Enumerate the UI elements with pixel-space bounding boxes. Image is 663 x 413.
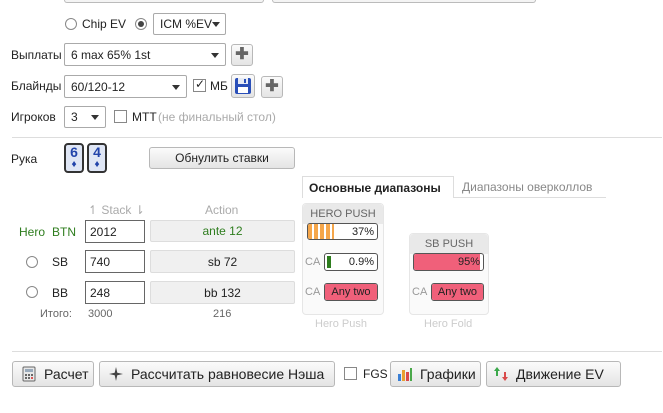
hero-push-pct: 37% <box>351 225 374 238</box>
bar-chart-icon <box>398 368 412 381</box>
bb-stack-input[interactable]: 248 <box>85 281 145 304</box>
hero-push-bb-ca-label: CA <box>305 286 321 298</box>
players-label: Игроков <box>11 110 56 124</box>
hero-stack-input[interactable]: 2012 <box>85 220 145 243</box>
mtt-checkbox[interactable] <box>114 110 127 123</box>
sb-push-ca-label: CA <box>412 286 428 298</box>
hole-card-1[interactable]: 6 ♦ <box>64 143 84 173</box>
icm-select-value: ICM %EV <box>160 17 213 31</box>
sb-push-panel: SB PUSH <box>409 233 489 315</box>
mb-checkbox[interactable] <box>193 77 206 92</box>
bb-action: bb 132 <box>150 281 295 304</box>
save-blinds-button[interactable] <box>231 74 255 98</box>
payouts-select[interactable]: 6 max 65% 1st <box>64 43 226 66</box>
hand-label: Рука <box>11 152 38 166</box>
total-stack: 3000 <box>88 308 113 320</box>
chip-ev-label: Chip EV <box>82 17 127 31</box>
sb-push-range-bar[interactable]: 95% <box>413 253 484 271</box>
sb-push-footer: Hero Fold <box>424 318 473 330</box>
sb-push-bb-call-bar[interactable]: Any two <box>431 283 484 301</box>
sb-call-pct: 0.9% <box>348 256 374 268</box>
tab-overcall-ranges[interactable]: Диапазоны оверколлов <box>454 176 606 198</box>
sparkle-icon <box>109 367 123 381</box>
add-blinds-button[interactable]: ✚ <box>261 76 283 98</box>
ev-movement-label: Движение EV <box>516 366 604 382</box>
floppy-disk-icon <box>235 78 251 94</box>
sb-push-bb-call-pct: Any two <box>437 286 478 298</box>
sb-position: SB <box>52 255 69 269</box>
mb-label: МБ <box>210 79 228 93</box>
tab-main-label: Основные диапазоны <box>309 181 441 195</box>
up-down-arrows-icon <box>494 367 508 381</box>
sb-radio[interactable] <box>26 256 38 268</box>
players-select[interactable]: 3 <box>64 106 106 128</box>
bb-call-pct: Any two <box>331 286 371 298</box>
hole-card-2[interactable]: 4 ♦ <box>87 143 107 173</box>
calculate-label: Расчет <box>44 366 89 382</box>
bb-position: BB <box>52 286 69 300</box>
arrow-icon: ⇂ <box>134 203 145 217</box>
fgs-checkbox[interactable] <box>344 367 357 380</box>
hero-push-title: HERO PUSH <box>303 204 383 224</box>
charts-label: Графики <box>420 366 476 382</box>
bb-call-range-bar[interactable]: Any two <box>324 283 378 301</box>
sb-push-pct: 95% <box>457 256 480 268</box>
ev-movement-button[interactable]: Движение EV <box>486 361 621 387</box>
sb-stack-input[interactable]: 740 <box>85 250 145 273</box>
sb-call-fill <box>327 256 331 268</box>
card-rank: 6 <box>70 144 78 160</box>
chip-ev-radio[interactable] <box>65 18 77 30</box>
divider <box>12 351 662 352</box>
icm-select[interactable]: ICM %EV <box>153 13 226 35</box>
arrow-icon: ↿ <box>88 203 99 217</box>
total-label: Итого: <box>40 308 72 320</box>
plus-icon: ✚ <box>235 46 249 63</box>
payouts-label: Выплаты <box>11 48 62 62</box>
tab-overcall-label: Диапазоны оверколлов <box>462 180 593 194</box>
chevron-down-icon <box>211 52 219 58</box>
nash-equilibrium-label: Рассчитать равновесие Нэша <box>131 366 325 382</box>
hero-push-footer: Hero Push <box>315 318 367 330</box>
sb-push-title: SB PUSH <box>410 234 488 254</box>
calculate-button[interactable]: Расчет <box>12 361 94 387</box>
tab-main-ranges[interactable]: Основные диапазоны <box>302 176 454 198</box>
total-action: 216 <box>213 308 232 320</box>
mtt-note: (не финальный стол) <box>158 110 276 124</box>
calculator-icon <box>22 366 36 382</box>
charts-button[interactable]: Графики <box>390 361 481 387</box>
hero-name: Hero <box>19 225 46 239</box>
chevron-down-icon <box>91 115 99 120</box>
hero-push-fill <box>308 224 334 239</box>
players-select-value: 3 <box>71 110 78 124</box>
top-cutoff-field[interactable] <box>272 0 536 3</box>
hero-push-range-bar[interactable]: 37% <box>307 223 378 240</box>
chevron-down-icon <box>212 22 220 27</box>
blinds-select[interactable]: 60/120-12 <box>64 75 187 98</box>
plus-icon: ✚ <box>265 78 279 95</box>
payouts-select-value: 6 max 65% 1st <box>71 47 151 62</box>
mtt-label: MTT <box>132 110 157 124</box>
hero-position: BTN <box>52 225 76 239</box>
top-cutoff-control[interactable] <box>64 0 264 3</box>
nash-equilibrium-button[interactable]: Рассчитать равновесие Нэша <box>99 361 335 387</box>
card-rank: 4 <box>93 144 101 160</box>
chevron-down-icon <box>172 84 180 90</box>
action-header: Action <box>205 203 239 217</box>
stack-header-label: Stack <box>101 203 132 217</box>
icm-radio[interactable] <box>135 18 147 30</box>
hero-push-sb-ca-label: CA <box>305 256 321 268</box>
reset-bets-button[interactable]: Обнулить ставки <box>149 147 295 169</box>
add-payout-button[interactable]: ✚ <box>231 44 253 66</box>
hero-action: ante 12 <box>150 220 295 242</box>
bb-radio[interactable] <box>26 286 38 298</box>
blinds-label: Блайнды <box>11 79 62 93</box>
diamond-icon: ♦ <box>94 159 100 170</box>
diamond-icon: ♦ <box>71 159 77 170</box>
sb-call-range-bar[interactable]: 0.9% <box>324 253 378 271</box>
sb-action: sb 72 <box>150 250 295 273</box>
divider <box>12 137 662 138</box>
fgs-label: FGS <box>363 367 388 381</box>
stack-header: ↿ Stack ⇂ <box>88 203 145 217</box>
blinds-select-value: 60/120-12 <box>71 79 126 94</box>
